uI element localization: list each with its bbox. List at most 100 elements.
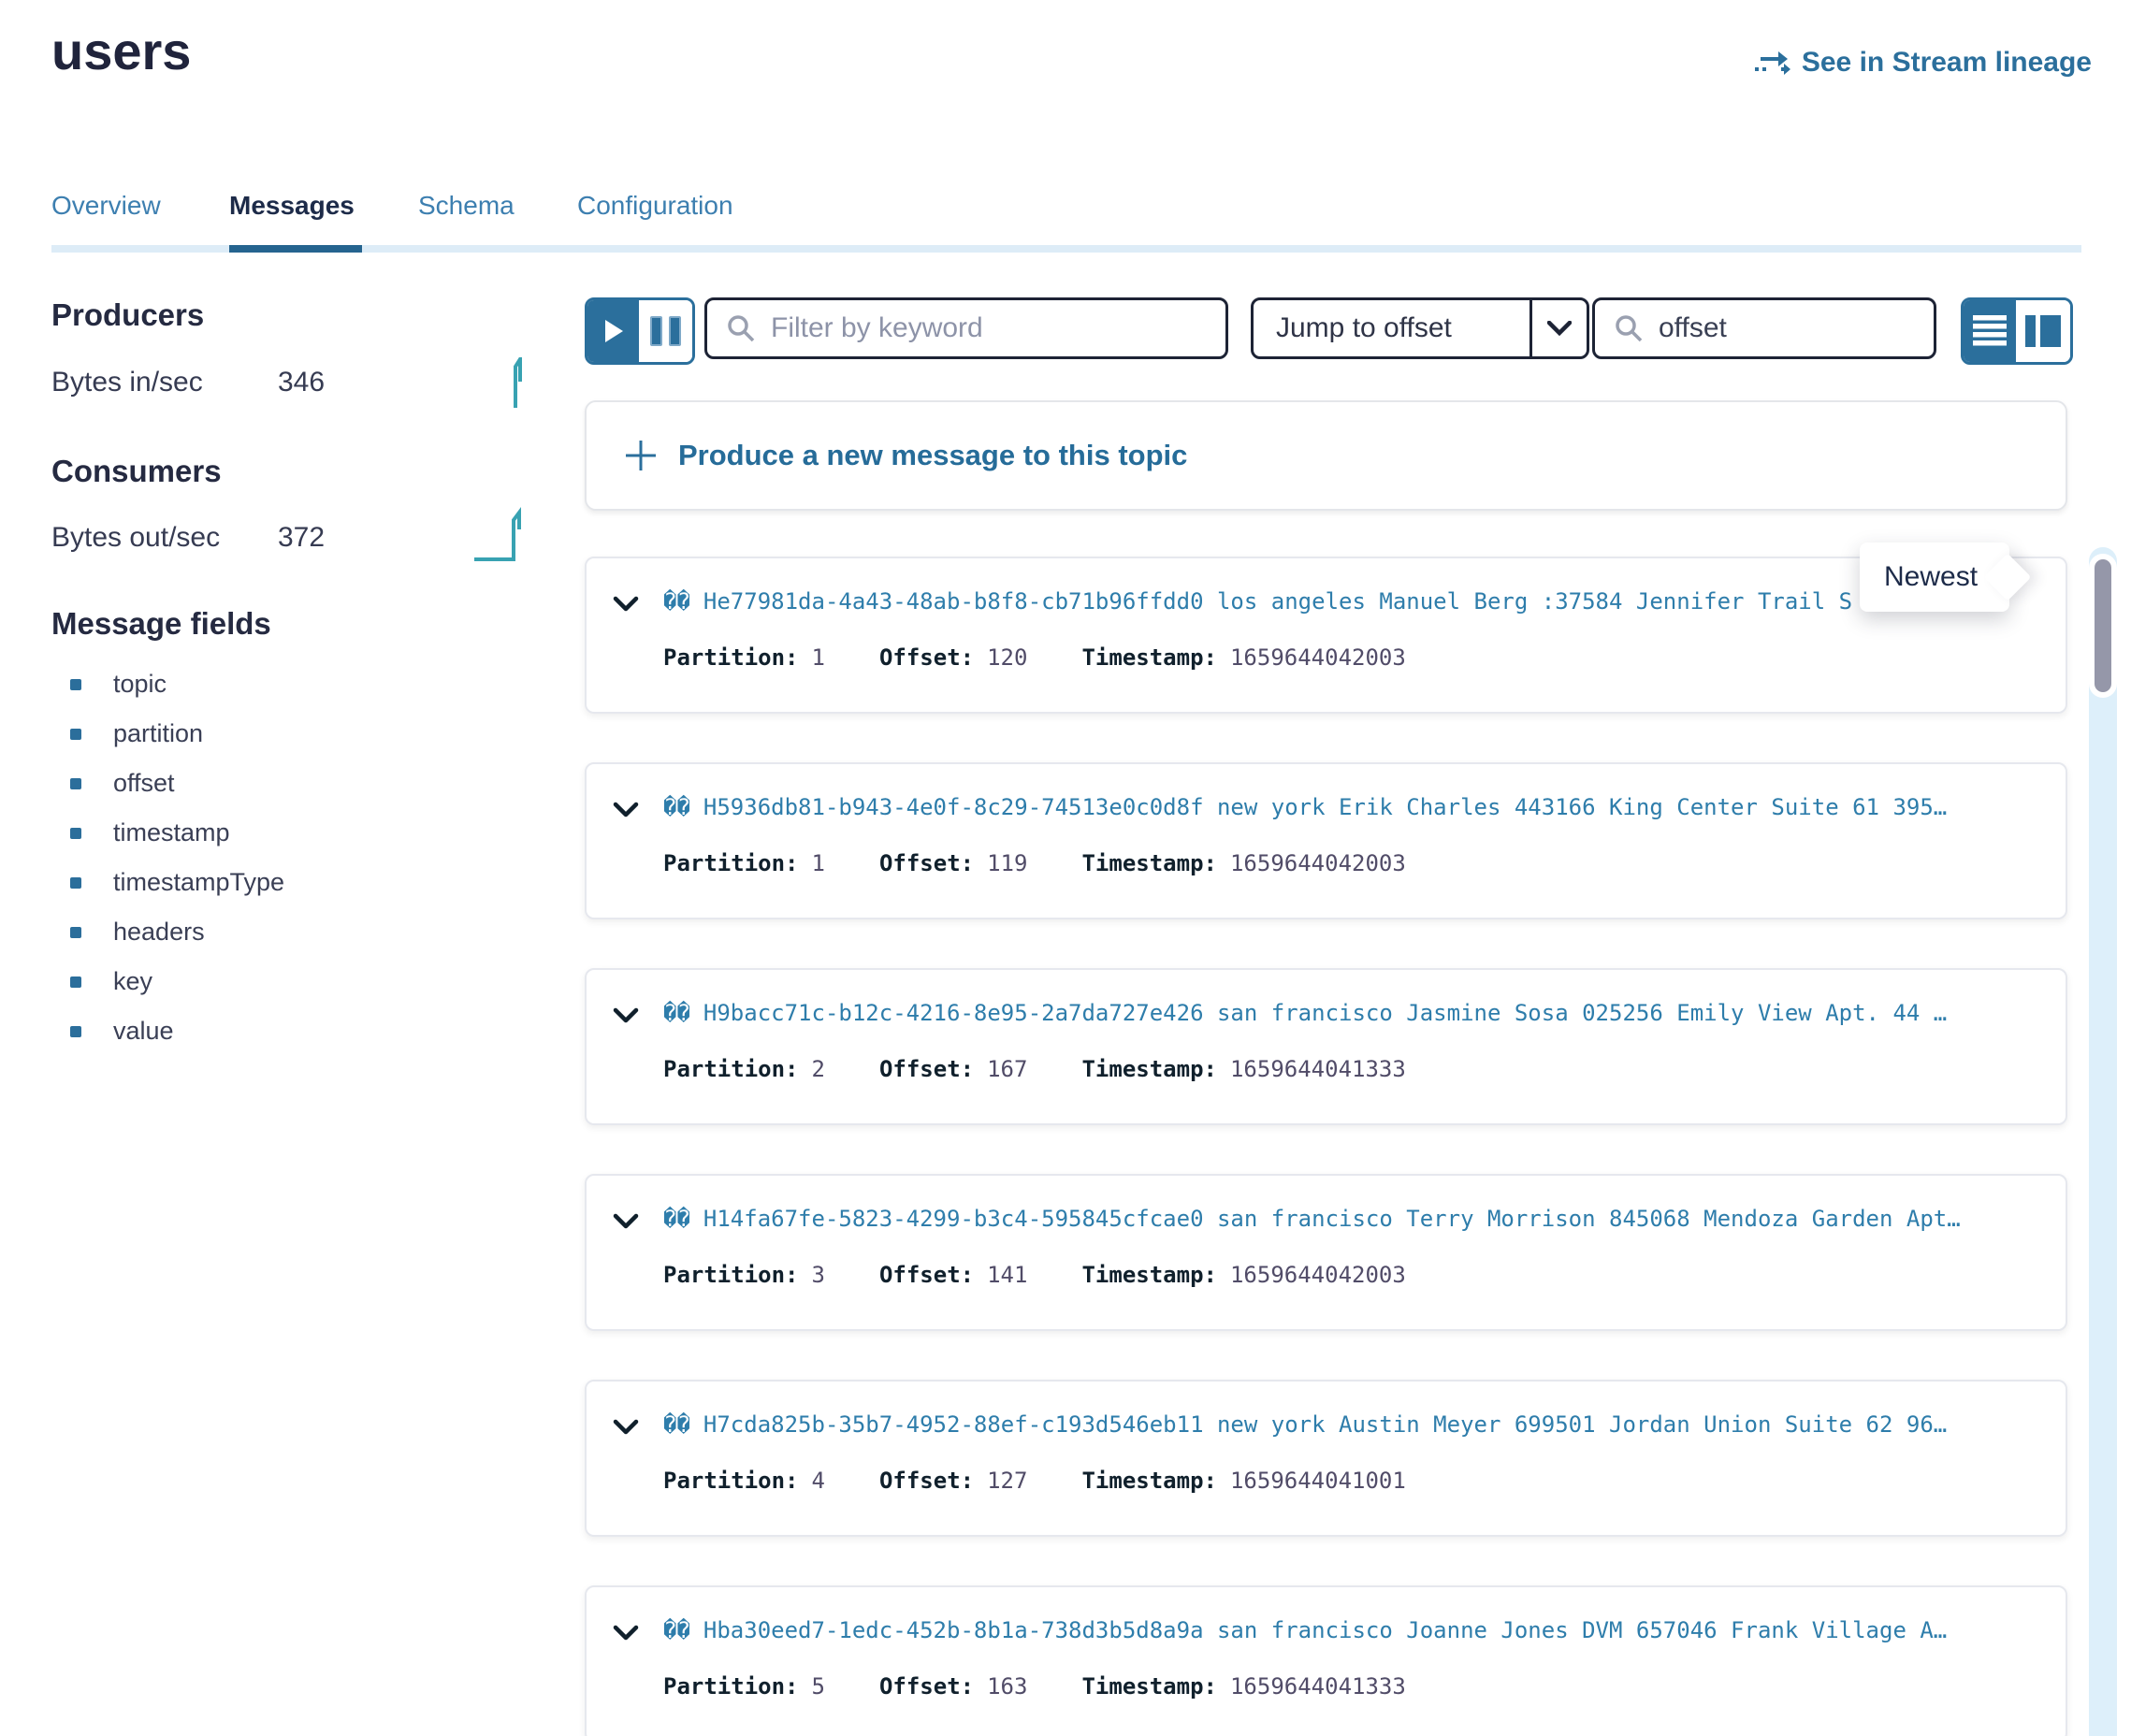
chevron-down-icon[interactable] <box>613 1419 639 1436</box>
message-meta: Partition:1 Offset:120 Timestamp:1659644… <box>663 644 1406 671</box>
offset-value: 167 <box>987 1056 1027 1082</box>
message-key[interactable]: ��H14fa67fe-5823-4299-b3c4-595845cfcae0 … <box>663 1206 2038 1232</box>
messages-scrollbar-track[interactable] <box>2089 547 2117 1736</box>
message-key[interactable]: ��He77981da-4a43-48ab-b8f8-cb71b96ffdd0 … <box>663 588 2038 615</box>
offset-value: 127 <box>987 1468 1027 1494</box>
message-row[interactable]: ��He77981da-4a43-48ab-b8f8-cb71b96ffdd0 … <box>585 557 2067 714</box>
message-field-item[interactable]: offset <box>51 759 444 808</box>
partition-value: 5 <box>812 1673 825 1700</box>
message-row[interactable]: ��H9bacc71c-b12c-4216-8e95-2a7da727e426 … <box>585 968 2067 1125</box>
select-chevron-segment[interactable] <box>1529 300 1587 356</box>
timestamp-label: Timestamp: <box>1081 644 1217 671</box>
offset-meta: Offset: 167 <box>879 1056 1028 1082</box>
message-key[interactable]: ��H5936db81-b943-4e0f-8c29-74513e0c0d8f … <box>663 794 2038 820</box>
offset-value: 141 <box>987 1262 1027 1288</box>
partition-label: Partition: <box>663 1673 799 1700</box>
square-bullet-icon <box>70 679 81 690</box>
timestamp-meta: Timestamp:1659644041333 <box>1081 1056 1405 1082</box>
produce-message-button[interactable]: Produce a new message to this topic <box>585 400 2067 511</box>
message-row[interactable]: ��Hba30eed7-1edc-452b-8b1a-738d3b5d8a9a … <box>585 1585 2067 1736</box>
bytes-in-sparkline <box>500 357 538 410</box>
chevron-down-icon[interactable] <box>613 1625 639 1642</box>
message-field-item[interactable]: key <box>51 957 444 1006</box>
key-bytes-glyphs: �� <box>663 1617 690 1643</box>
message-field-item[interactable]: timestampType <box>51 858 444 907</box>
square-bullet-icon <box>70 927 81 938</box>
play-button[interactable] <box>587 300 639 362</box>
message-field-label: headers <box>113 918 205 947</box>
bytes-out-label: Bytes out/sec <box>51 522 220 554</box>
page-title: users <box>51 21 191 81</box>
topic-messages-page: users See in Stream lineage Overview Mes… <box>0 0 2131 1736</box>
offset-meta: Offset: 127 <box>879 1468 1028 1494</box>
chevron-down-icon[interactable] <box>613 802 639 818</box>
bytes-in-label: Bytes in/sec <box>51 367 203 398</box>
message-row[interactable]: ��H5936db81-b943-4e0f-8c29-74513e0c0d8f … <box>585 762 2067 919</box>
filter-placeholder: Filter by keyword <box>771 312 983 344</box>
message-field-item[interactable]: value <box>51 1006 444 1056</box>
message-key[interactable]: ��H9bacc71c-b12c-4216-8e95-2a7da727e426 … <box>663 1000 2038 1026</box>
key-bytes-glyphs: �� <box>663 588 690 615</box>
messages-scrollbar-thumb[interactable] <box>2095 559 2111 692</box>
offset-value: 120 <box>987 644 1027 671</box>
message-key[interactable]: ��H7cda825b-35b7-4952-88ef-c193d546eb11 … <box>663 1411 2038 1438</box>
view-mode-toggle[interactable] <box>1961 297 2073 365</box>
message-field-item[interactable]: headers <box>51 907 444 957</box>
message-key[interactable]: ��Hba30eed7-1edc-452b-8b1a-738d3b5d8a9a … <box>663 1617 2038 1643</box>
offset-label: Offset: <box>879 1468 974 1494</box>
partition-meta: Partition: 2 <box>663 1056 825 1082</box>
message-field-item[interactable]: topic <box>51 659 444 709</box>
timestamp-meta: Timestamp:1659644042003 <box>1081 850 1405 876</box>
square-bullet-icon <box>70 729 81 740</box>
key-text: H14fa67fe-5823-4299-b3c4-595845cfcae0 sa… <box>703 1206 1961 1232</box>
timestamp-label: Timestamp: <box>1081 1673 1217 1700</box>
message-field-label: partition <box>113 719 203 748</box>
timestamp-value: 1659644041333 <box>1230 1056 1406 1082</box>
chevron-down-icon[interactable] <box>613 1007 639 1024</box>
partition-value: 1 <box>812 644 825 671</box>
tab-overview[interactable]: Overview <box>51 191 161 221</box>
partition-value: 1 <box>812 850 825 876</box>
tab-configuration[interactable]: Configuration <box>577 191 733 221</box>
column-view-icon <box>2040 315 2061 347</box>
offset-label: Offset: <box>879 1056 974 1082</box>
list-view-button[interactable] <box>1964 300 2016 362</box>
message-field-item[interactable]: timestamp <box>51 808 444 858</box>
offset-label: Offset: <box>879 644 974 671</box>
message-row[interactable]: ��H7cda825b-35b7-4952-88ef-c193d546eb11 … <box>585 1380 2067 1537</box>
timestamp-meta: Timestamp:1659644042003 <box>1081 1262 1405 1288</box>
chevron-down-icon[interactable] <box>613 596 639 613</box>
partition-label: Partition: <box>663 1056 799 1082</box>
square-bullet-icon <box>70 778 81 789</box>
jump-to-offset-select[interactable]: Jump to offset <box>1251 297 1589 359</box>
chevron-down-icon[interactable] <box>613 1213 639 1230</box>
tab-active-indicator <box>229 245 362 253</box>
message-field-label: offset <box>113 769 175 798</box>
column-view-button[interactable] <box>2016 300 2070 362</box>
offset-search-input[interactable]: offset <box>1592 297 1936 359</box>
produce-message-label: Produce a new message to this topic <box>678 439 1187 472</box>
list-view-icon <box>1973 313 2007 349</box>
play-pause-toggle[interactable] <box>585 297 695 365</box>
timestamp-label: Timestamp: <box>1081 1468 1217 1494</box>
stream-lineage-link[interactable]: See in Stream lineage <box>1753 47 2092 79</box>
partition-label: Partition: <box>663 644 799 671</box>
filter-keyword-input[interactable]: Filter by keyword <box>704 297 1228 359</box>
message-meta: Partition: 1 Offset: 119 Timestamp:1659644… <box>663 850 1406 876</box>
partition-value: 2 <box>812 1056 825 1082</box>
stream-lineage-label: See in Stream lineage <box>1802 47 2092 79</box>
message-row[interactable]: ��H14fa67fe-5823-4299-b3c4-595845cfcae0 … <box>585 1174 2067 1331</box>
key-text: H9bacc71c-b12c-4216-8e95-2a7da727e426 sa… <box>703 1000 1947 1026</box>
partition-label: Partition: <box>663 850 799 876</box>
partition-meta: Partition: 1 <box>663 644 825 671</box>
message-field-item[interactable]: partition <box>51 709 444 759</box>
timestamp-label: Timestamp: <box>1081 850 1217 876</box>
pause-button[interactable] <box>639 300 692 362</box>
offset-label: Offset: <box>879 850 974 876</box>
key-text: H5936db81-b943-4e0f-8c29-74513e0c0d8f ne… <box>703 794 1947 820</box>
timestamp-value: 1659644041333 <box>1230 1673 1406 1700</box>
tab-schema[interactable]: Schema <box>418 191 515 221</box>
message-meta: Partition:4 Offset:127 Timestamp:1659644… <box>663 1468 1406 1494</box>
tab-messages[interactable]: Messages <box>229 191 355 221</box>
offset-value: 119 <box>987 850 1027 876</box>
